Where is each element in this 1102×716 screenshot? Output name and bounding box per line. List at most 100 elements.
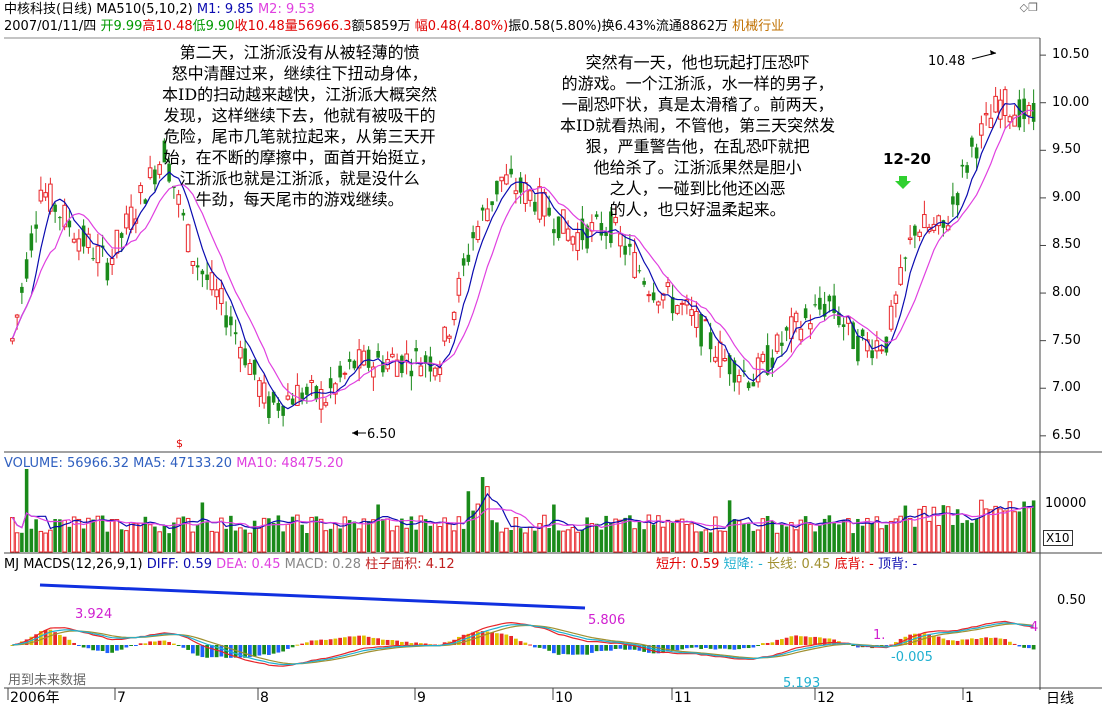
- volume-bar: [675, 519, 680, 553]
- volume-bar: [513, 517, 519, 553]
- volume-bar: [1012, 511, 1017, 553]
- volume-bar: [409, 516, 414, 552]
- macd-bar: [148, 641, 152, 645]
- volume-bar: [394, 525, 400, 553]
- time-label: 11: [674, 690, 692, 706]
- volume-bar: [827, 515, 832, 552]
- macd-bar: [594, 645, 599, 652]
- candle-body: [965, 165, 969, 173]
- note-line: 牛劲，每天尾市的游戏继续。: [195, 190, 404, 209]
- candle-body: [261, 382, 267, 404]
- macd-bar: [504, 634, 509, 645]
- volume-bar: [14, 532, 20, 553]
- macd-bar: [371, 637, 376, 645]
- volume-bar: [157, 531, 162, 553]
- volume-multiplier[interactable]: X10: [1043, 530, 1073, 546]
- macd-bar: [927, 634, 931, 645]
- candle-body: [1007, 116, 1013, 123]
- note-line: 第二天，江浙派没有从被轻薄的愤: [179, 43, 420, 62]
- price-label: 10.00: [1052, 94, 1090, 110]
- volume-bar: [856, 518, 860, 552]
- macd-bar: [490, 632, 494, 645]
- macd-bar: [495, 633, 499, 645]
- candle-body: [784, 327, 789, 331]
- ex-rights-marker[interactable]: $: [176, 436, 183, 451]
- volume-bar: [352, 521, 357, 552]
- macd-bar: [533, 645, 537, 648]
- volume-bar: [694, 531, 699, 553]
- volume-bar: [385, 518, 390, 553]
- note-line: 始，在不断的摩擦中，面首开始挺立，: [163, 148, 436, 167]
- candle-body: [907, 237, 913, 240]
- volume-bar: [594, 523, 599, 552]
- macd-bar: [955, 640, 960, 645]
- macd-bar: [409, 643, 414, 645]
- volume-bar: [229, 515, 233, 552]
- volume-bar: [328, 528, 333, 552]
- macd-bar: [704, 645, 708, 648]
- candle-body: [665, 282, 671, 287]
- volume-bar: [53, 519, 57, 552]
- macd-axis-label: 0.50: [1057, 593, 1086, 608]
- macd-bar: [309, 640, 314, 645]
- volume-bar: [960, 522, 965, 552]
- note-line: 的游戏。一个江浙派，水一样的男子，: [561, 74, 834, 93]
- candle-body: [827, 295, 832, 302]
- candle-body: [798, 328, 804, 341]
- candle-body: [736, 375, 742, 383]
- volume-bar: [261, 517, 267, 553]
- macd-bar: [276, 645, 281, 653]
- volume-bar: [746, 523, 751, 552]
- volume-bar: [732, 519, 737, 552]
- volume-bar: [128, 522, 134, 553]
- macd-dea: DEA: 0.45: [216, 557, 281, 572]
- volume-bar: [200, 502, 205, 552]
- macd-bar: [794, 635, 798, 645]
- candle-body: [114, 229, 120, 254]
- volume-bar: [926, 520, 932, 553]
- macd-bar: [362, 635, 366, 645]
- candle-body: [58, 217, 62, 219]
- candle-body: [195, 265, 200, 268]
- volume-bar: [713, 516, 718, 553]
- volume-bar: [285, 523, 291, 553]
- candle-body: [352, 360, 357, 369]
- macd-bar: [946, 640, 950, 645]
- macd-bar: [72, 642, 76, 645]
- candle-body: [495, 180, 499, 195]
- macd-bar: [200, 645, 205, 658]
- macd-bar: [599, 645, 604, 651]
- macd-bar: [357, 635, 361, 645]
- macd-bar: [609, 645, 613, 651]
- candle-body: [285, 395, 291, 400]
- macd-bar: [271, 645, 276, 654]
- macd-bar: [542, 645, 547, 649]
- volume-bar: [556, 530, 561, 552]
- macd-peak-label-1: 3.924: [75, 607, 113, 622]
- candle-body: [119, 233, 124, 238]
- volume-bar: [1026, 506, 1032, 553]
- volume-bar: [717, 530, 723, 553]
- candle-body: [509, 168, 513, 175]
- candle-body: [451, 311, 457, 321]
- volume-bar: [300, 524, 304, 552]
- candle-body: [394, 359, 400, 377]
- candle-body: [53, 204, 57, 212]
- macd-bar: [167, 641, 171, 645]
- macd-bar: [590, 645, 594, 653]
- volume-title: VOLUME: 56966.32: [4, 456, 129, 471]
- macd-bar: [694, 645, 699, 648]
- macd-bar: [281, 645, 285, 652]
- candle-body: [471, 232, 475, 239]
- macd-bar: [993, 637, 998, 645]
- macd-bar: [86, 645, 91, 649]
- volume-bar: [993, 505, 998, 553]
- volume-bar: [527, 526, 533, 553]
- macd-bar: [979, 637, 984, 645]
- volume-bar: [851, 533, 855, 552]
- macd-bar: [115, 645, 119, 651]
- volume-bar: [195, 524, 200, 552]
- candle-body: [689, 309, 694, 317]
- period-label[interactable]: 日线: [1046, 692, 1074, 707]
- macd-bar: [789, 636, 794, 645]
